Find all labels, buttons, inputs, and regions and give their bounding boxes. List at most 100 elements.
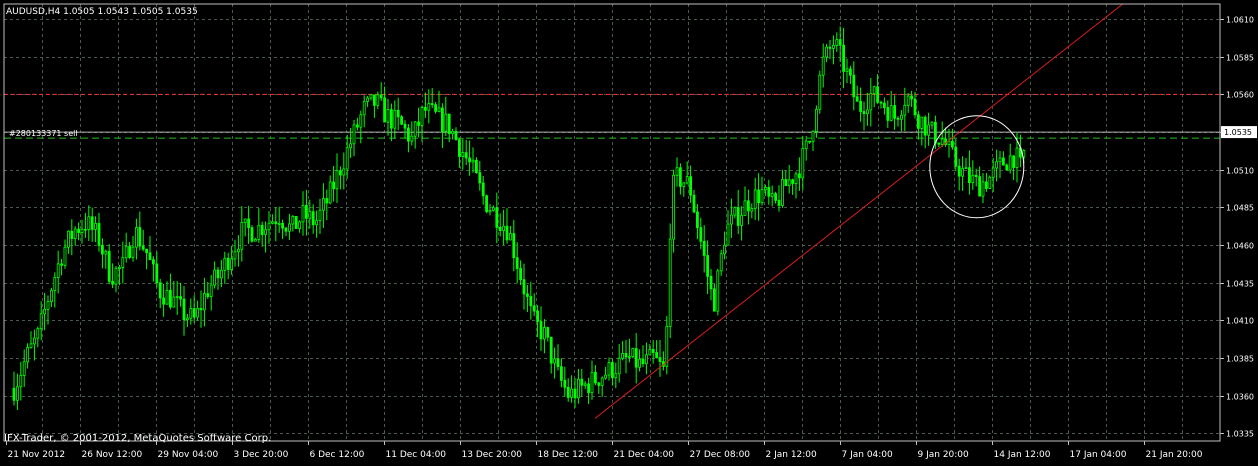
candle-body bbox=[352, 124, 356, 145]
candle-body bbox=[699, 227, 703, 242]
candle-body bbox=[743, 200, 747, 216]
candle-body bbox=[665, 325, 669, 367]
candle-body bbox=[876, 86, 879, 103]
candle-body bbox=[199, 307, 203, 311]
x-tick-label: 9 Jan 20:00 bbox=[918, 450, 970, 460]
candle-body bbox=[682, 182, 686, 187]
candle-body bbox=[770, 193, 774, 197]
candle-body bbox=[798, 173, 801, 179]
candle-body bbox=[964, 167, 968, 170]
candle-body bbox=[641, 358, 645, 365]
candle-body bbox=[39, 313, 43, 330]
candle-body bbox=[485, 195, 489, 213]
candle-body bbox=[781, 179, 784, 206]
candle-body bbox=[706, 255, 709, 277]
candle-body bbox=[849, 68, 852, 76]
candle-body bbox=[420, 106, 424, 126]
y-tick-label: 1.0460 bbox=[1226, 242, 1254, 251]
candle-body bbox=[396, 109, 400, 118]
candle bbox=[250, 225, 254, 243]
candle-body bbox=[342, 168, 346, 176]
candle-body bbox=[77, 228, 80, 233]
candle-body bbox=[168, 289, 172, 308]
candle-body bbox=[611, 362, 614, 379]
candle-body bbox=[389, 109, 393, 129]
candle-body bbox=[906, 95, 910, 106]
price-chart[interactable]: 1.0610 1.0585 1.0560 1.0535 1.0510 1.0485 1.04… bbox=[0, 0, 1258, 462]
candle-body bbox=[903, 104, 907, 116]
candle-body bbox=[736, 207, 740, 226]
candle-body bbox=[498, 226, 502, 232]
candle-body bbox=[454, 130, 458, 140]
candle-body bbox=[590, 371, 594, 394]
candle-body bbox=[855, 96, 859, 102]
candle-body bbox=[838, 39, 842, 46]
y-tick-label: 1.0335 bbox=[1226, 430, 1254, 439]
candle-body bbox=[124, 246, 128, 259]
candle-body bbox=[457, 139, 461, 157]
candle-body bbox=[179, 296, 183, 300]
candle-body bbox=[1005, 164, 1009, 171]
candle-body bbox=[444, 113, 448, 132]
candle-body bbox=[73, 228, 77, 239]
candle-body bbox=[543, 327, 546, 340]
current-price-label: 1.0535 bbox=[1224, 128, 1252, 137]
candle-body bbox=[866, 109, 869, 115]
candle-body bbox=[464, 152, 468, 159]
candle-body bbox=[478, 172, 482, 184]
x-tick-label: 21 Jan 20:00 bbox=[1146, 450, 1203, 460]
symbol-header: AUDUSD,H4 1.0505 1.0543 1.0505 1.0535 bbox=[6, 7, 198, 17]
candle bbox=[716, 268, 720, 316]
candle-body bbox=[689, 176, 692, 196]
candle-body bbox=[730, 214, 733, 225]
x-tick-label: 3 Dec 20:00 bbox=[234, 450, 289, 460]
candle-body bbox=[917, 114, 920, 129]
candle-body bbox=[270, 221, 274, 224]
candle-body bbox=[182, 298, 186, 321]
candle-body bbox=[862, 111, 866, 115]
candle-body bbox=[141, 245, 145, 250]
candle-body bbox=[383, 97, 387, 123]
current-price-box: 1.0535 bbox=[1221, 126, 1257, 139]
candle-body bbox=[335, 170, 339, 190]
chart-window[interactable]: 1.0610 1.0585 1.0560 1.0535 1.0510 1.0485 1.04… bbox=[0, 0, 1258, 462]
candle-body bbox=[50, 290, 53, 302]
candle-body bbox=[685, 176, 689, 184]
y-tick-label: 1.0360 bbox=[1226, 393, 1254, 402]
candle-body bbox=[879, 101, 883, 104]
candle-body bbox=[471, 159, 475, 163]
order-label: #280133371 sell bbox=[9, 129, 78, 138]
y-tick-label: 1.0485 bbox=[1226, 204, 1254, 213]
candle-body bbox=[121, 257, 125, 268]
x-tick-label: 2 Jan 12:00 bbox=[766, 450, 818, 460]
candle-body bbox=[995, 161, 998, 169]
candle-body bbox=[114, 268, 118, 285]
candle-body bbox=[621, 352, 624, 359]
candle-body bbox=[131, 246, 135, 258]
candle-body bbox=[502, 225, 506, 232]
candle-body bbox=[1002, 157, 1005, 166]
candle-body bbox=[577, 378, 580, 399]
candle-body bbox=[287, 223, 291, 232]
candle-body bbox=[668, 238, 672, 327]
candle-body bbox=[386, 109, 390, 123]
candle-body bbox=[226, 257, 230, 270]
candle-body bbox=[400, 116, 404, 125]
candle-body bbox=[111, 280, 114, 285]
candle-body bbox=[508, 233, 512, 241]
candle-body bbox=[22, 361, 26, 376]
candle-body bbox=[413, 121, 417, 137]
candle-body bbox=[84, 228, 87, 231]
candle bbox=[988, 175, 992, 189]
candle-body bbox=[172, 296, 176, 308]
candle-body bbox=[264, 229, 268, 235]
candle-body bbox=[294, 216, 298, 229]
x-tick-label: 13 Dec 20:00 bbox=[462, 450, 523, 460]
candle-body bbox=[267, 222, 271, 231]
candle-body bbox=[90, 216, 94, 230]
candle-body bbox=[332, 181, 336, 190]
candle-body bbox=[522, 279, 526, 295]
chart-background bbox=[0, 0, 1258, 462]
candle-body bbox=[233, 251, 237, 260]
candle-body bbox=[883, 102, 886, 108]
